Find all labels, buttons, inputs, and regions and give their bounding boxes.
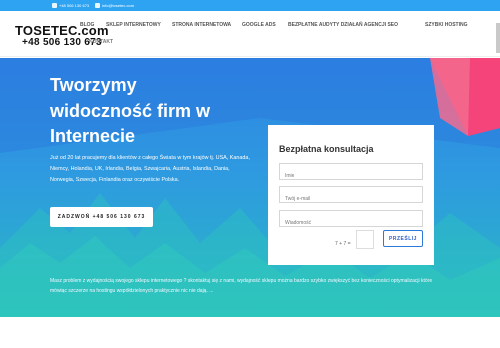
- hero-headline-line-2: widoczność firm w: [50, 101, 211, 121]
- message-field[interactable]: [280, 215, 422, 231]
- nav-item-strona-internetowa[interactable]: STRONA INTERNETOWA: [172, 22, 231, 28]
- page-scrollbar[interactable]: [496, 23, 500, 53]
- captcha-field-wrapper: [356, 230, 374, 249]
- submit-button[interactable]: PRZEŚLIJ: [383, 230, 423, 247]
- email-field-wrapper: [279, 186, 423, 207]
- hero-section: Tworzymy widoczność firm w Internecie Ju…: [0, 58, 500, 317]
- name-field[interactable]: [280, 168, 422, 184]
- nav-item-szybki-hosting[interactable]: SZYBKI HOSTING: [425, 22, 468, 28]
- topbar-email[interactable]: info@tosetec.com: [95, 0, 134, 11]
- topbar-phone-text: +48 506 130 673: [59, 3, 90, 8]
- site-logo[interactable]: TOSETEC.com: [15, 23, 109, 38]
- topbar-email-text: info@tosetec.com: [102, 3, 135, 8]
- nav-item-audyty-seo[interactable]: BEZPŁATNE AUDYTY DZIAŁAŃ AGENCJI SEO: [288, 22, 398, 28]
- email-icon: [95, 3, 100, 8]
- message-field-wrapper: [279, 210, 423, 231]
- top-bar: +48 506 130 673 info@tosetec.com: [0, 0, 500, 11]
- nav-item-kontakt[interactable]: KONTAKT: [89, 39, 113, 45]
- hero-note-text: Masz problem z wydajnością swojego sklep…: [50, 278, 433, 294]
- form-title: Bezpłatna konsultacja: [279, 144, 374, 154]
- topbar-phone[interactable]: +48 506 130 673: [52, 0, 89, 11]
- email-field[interactable]: [280, 191, 422, 207]
- hero-headline-line-3: Internecie: [50, 126, 136, 146]
- section-below-hero: [0, 317, 500, 348]
- site-header: TOSETEC.com +48 506 130 673 BLOG SKLEP I…: [0, 11, 500, 57]
- captcha-field[interactable]: [357, 231, 373, 248]
- hero-headline-line-1: Tworzymy: [50, 75, 137, 95]
- phone-icon: [52, 3, 57, 8]
- hero-lead-text: Już od 20 lat pracujemy dla klientów z c…: [50, 155, 250, 183]
- name-field-wrapper: [279, 163, 423, 184]
- captcha-question: 7 + 7 =: [335, 241, 351, 247]
- call-button[interactable]: ZADZWOŃ +48 506 130 673: [50, 207, 153, 227]
- consultation-form: Bezpłatna konsultacja 7 + 7 = PRZEŚLIJ: [268, 125, 434, 265]
- nav-item-google-ads[interactable]: GOOGLE ADS: [242, 22, 276, 28]
- nav-item-blog[interactable]: BLOG: [80, 22, 94, 28]
- nav-item-sklep-internetowy[interactable]: SKLEP INTERNETOWY: [106, 22, 161, 28]
